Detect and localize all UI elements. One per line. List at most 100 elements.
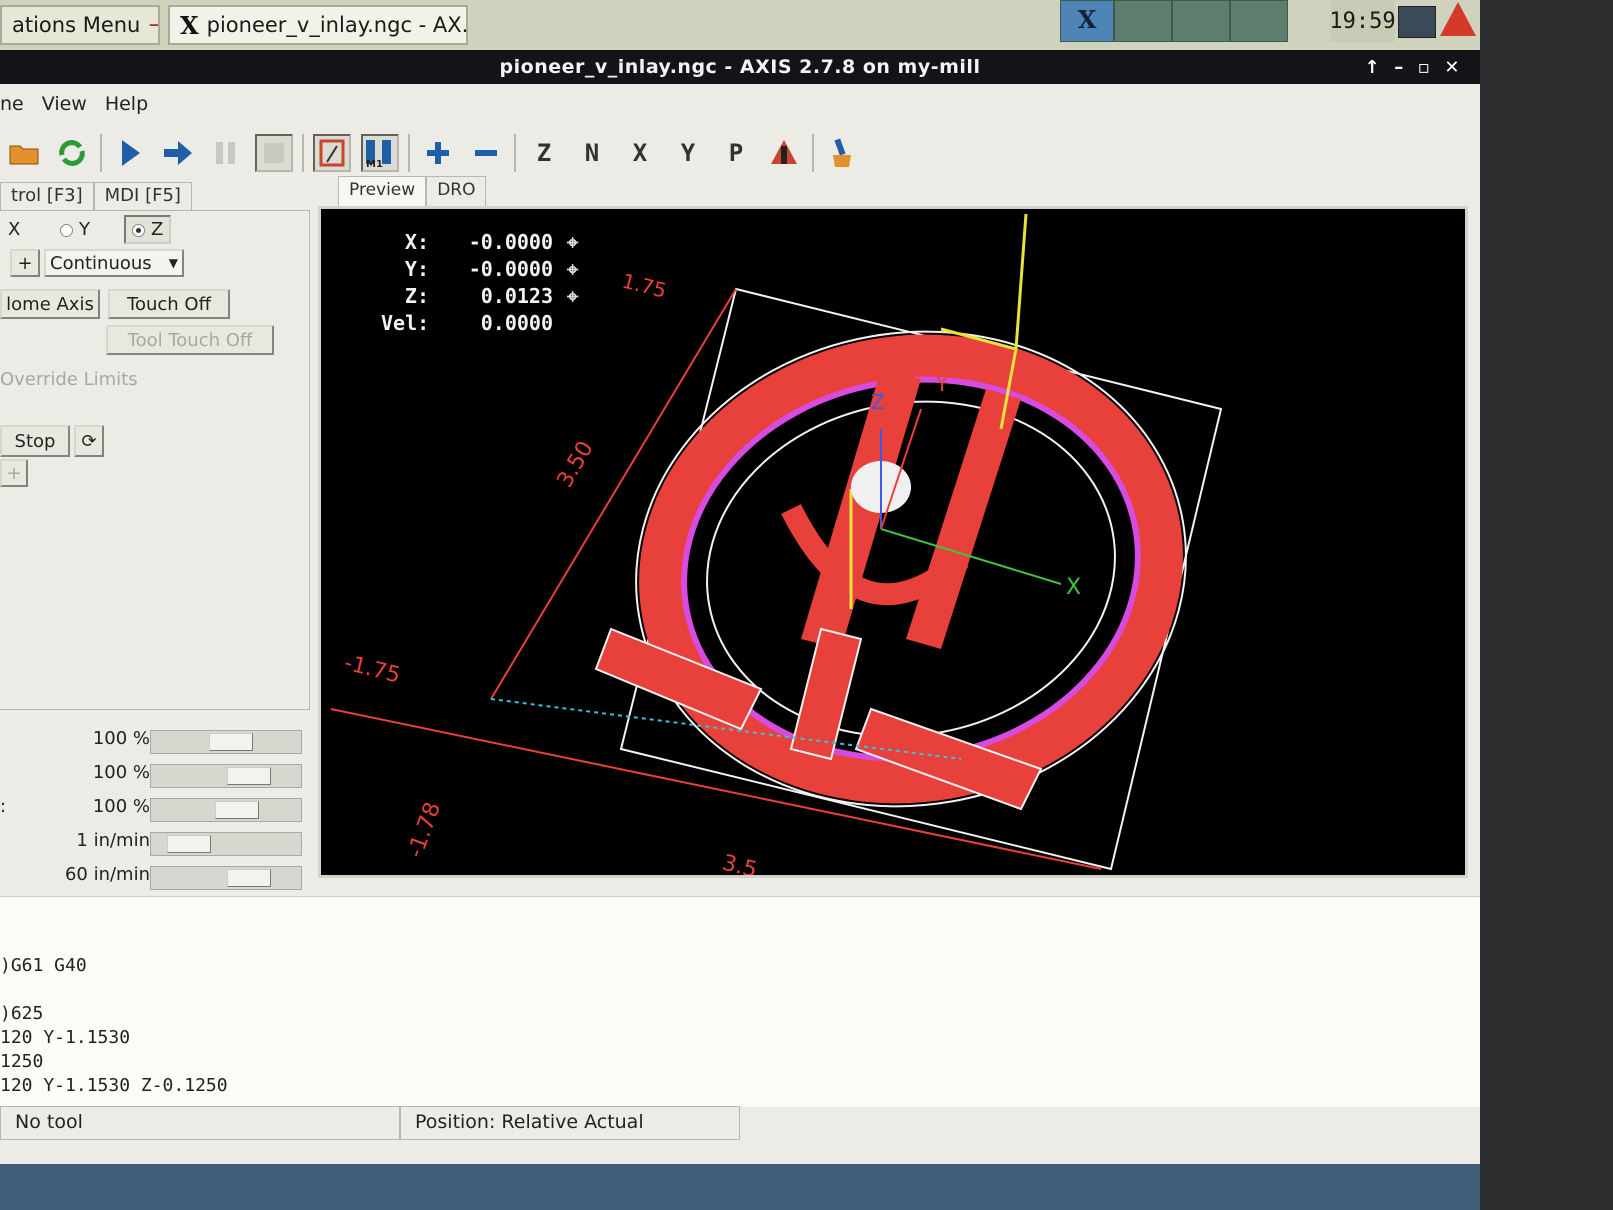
dimension-label-left-min: -1.75 (342, 651, 403, 689)
dro-row-x: X: -0.0000 ⌖ (381, 229, 578, 256)
applications-menu-button[interactable]: ations Menu ⇥ (0, 5, 160, 45)
view-x-icon[interactable]: X (621, 134, 659, 172)
radio-selected-icon (132, 223, 145, 237)
close-icon[interactable]: ✕ (1444, 57, 1460, 78)
touch-off-button[interactable]: Touch Off (108, 289, 230, 319)
rapid-override-row: 100 % (0, 758, 310, 790)
home-axis-button[interactable]: lome Axis (0, 289, 100, 319)
home-icon: ⌖ (567, 284, 579, 308)
toolpath-v-right (906, 389, 1021, 649)
reload-icon[interactable] (53, 134, 91, 172)
z-axis-label: Z (871, 390, 885, 414)
optional-stop-icon[interactable]: M1 (361, 134, 399, 172)
slider-knob[interactable] (209, 733, 253, 751)
workspace-3[interactable] (1230, 0, 1288, 42)
tool-touch-off-button[interactable]: Tool Touch Off (106, 325, 274, 355)
workspace-2[interactable] (1172, 0, 1230, 42)
warning-icon[interactable] (1440, 2, 1476, 36)
slider-knob[interactable] (227, 767, 271, 785)
max-velocity-slider[interactable] (150, 866, 302, 890)
x-window-icon: X (180, 10, 199, 40)
view-z-icon[interactable]: Z (525, 134, 563, 172)
stop-icon[interactable] (255, 134, 293, 172)
menu-help[interactable]: Help (105, 93, 148, 115)
dro-x-label: X: (404, 230, 429, 254)
tab-preview[interactable]: Preview (338, 176, 427, 206)
maximize-icon[interactable]: ▫ (1418, 57, 1431, 78)
dro-vel-label: Vel: (381, 311, 430, 335)
gcode-listing[interactable]: )G61 G40 )625 120 Y-1.1530 1250 120 Y-1.… (0, 896, 1480, 1107)
view-y-icon[interactable]: Y (669, 134, 707, 172)
override-limits-checkbox[interactable]: Override Limits (0, 369, 138, 390)
dimension-label-bottom-min: -1.78 (403, 799, 446, 861)
spindle-override-slider[interactable] (150, 798, 302, 822)
gcode-line[interactable]: 120 Y-1.1530 (0, 1027, 130, 1048)
status-position: Position: Relative Actual (400, 1106, 740, 1140)
run-icon[interactable] (111, 134, 149, 172)
rapid-override-slider[interactable] (150, 764, 302, 788)
dimension-label-top: 1.75 (620, 269, 669, 303)
menu-view[interactable]: View (42, 93, 87, 115)
block-delete-icon[interactable] (313, 134, 351, 172)
feed-override-value: 100 % (92, 728, 150, 749)
gcode-line[interactable]: 120 Y-1.1530 Z-0.1250 (0, 1075, 228, 1096)
jog-plus-button[interactable]: + (10, 249, 40, 277)
max-velocity-row: 60 in/min (0, 860, 310, 892)
view-z2-icon[interactable]: N (573, 134, 611, 172)
feed-override-slider[interactable] (150, 730, 302, 754)
slider-knob[interactable] (227, 869, 271, 887)
gcode-line[interactable]: )625 (0, 1003, 43, 1024)
spindle-stop-button[interactable]: Stop (0, 425, 70, 457)
window-task-button[interactable]: X pioneer_v_inlay.ngc - AX... (168, 5, 468, 45)
jog-mode-value: Continuous (50, 252, 152, 274)
rotate-icon[interactable] (765, 134, 803, 172)
spindle-plus-button[interactable]: + (0, 459, 28, 487)
slider-knob[interactable] (167, 835, 211, 853)
raise-icon[interactable]: ↑ (1365, 57, 1381, 78)
tab-dro[interactable]: DRO (426, 176, 487, 206)
radio-icon (60, 223, 73, 237)
axis-y-radio[interactable]: Y (60, 219, 90, 240)
axis-x-radio[interactable]: X (8, 219, 20, 240)
tab-manual-control[interactable]: trol [F3] (0, 182, 94, 210)
spindle-override-row: : 100 % (0, 792, 310, 824)
dro-y-label: Y: (404, 257, 429, 281)
dro-y-value: -0.0000 (468, 257, 553, 281)
toolbar: M1 Z N X Y P (0, 126, 1480, 180)
axis-z-label: Z (151, 219, 164, 240)
menu-machine[interactable]: ne (0, 93, 24, 115)
step-icon[interactable] (159, 134, 197, 172)
zoom-in-icon[interactable] (419, 134, 457, 172)
zoom-out-icon[interactable] (467, 134, 505, 172)
minimize-icon[interactable]: – (1394, 57, 1404, 78)
preview-dro: X: -0.0000 ⌖ Y: -0.0000 ⌖ Z: 0.0123 ⌖ Vel: 0.00… (381, 229, 578, 337)
clear-icon[interactable] (823, 134, 861, 172)
gcode-line[interactable]: 1250 (0, 1051, 43, 1072)
x-app-icon[interactable]: X (1060, 0, 1114, 42)
open-icon[interactable] (5, 134, 43, 172)
dock (0, 1164, 1500, 1210)
workspace-1[interactable] (1114, 0, 1172, 42)
window-titlebar: pioneer_v_inlay.ngc - AXIS 2.7.8 on my-m… (0, 50, 1480, 84)
tab-mdi[interactable]: MDI [F5] (93, 182, 192, 210)
spindle-reverse-icon[interactable]: ⟳ (74, 425, 104, 457)
jog-mode-select[interactable]: Continuous ▼ (44, 249, 184, 277)
jog-speed-slider[interactable] (150, 832, 302, 856)
pause-icon[interactable] (207, 134, 245, 172)
window-controls: ↑ – ▫ ✕ (1365, 50, 1460, 84)
dro-row-y: Y: -0.0000 ⌖ (381, 256, 578, 283)
home-icon: ⌖ (567, 230, 579, 254)
toolbar-separator (100, 134, 102, 172)
toolpath-preview[interactable]: X Y Z 1.75 3.50 -1.75 -1.78 3.5 X: -0.000… (318, 206, 1468, 878)
jog-speed-row: 1 in/min (0, 826, 310, 858)
feed-override-row: 100 % (0, 724, 310, 756)
axis-z-radio[interactable]: Z (124, 215, 172, 244)
applications-menu-label: ations Menu (12, 13, 141, 37)
network-icon[interactable] (1398, 6, 1436, 38)
gcode-line[interactable]: )G61 G40 (0, 955, 87, 976)
view-p-icon[interactable]: P (717, 134, 755, 172)
dro-z-label: Z: (404, 284, 429, 308)
spindle-override-prefix: : (0, 796, 7, 817)
manual-control-panel: X Y Z + Continuous ▼ lome Axis Touch Off… (0, 210, 310, 710)
slider-knob[interactable] (215, 801, 259, 819)
